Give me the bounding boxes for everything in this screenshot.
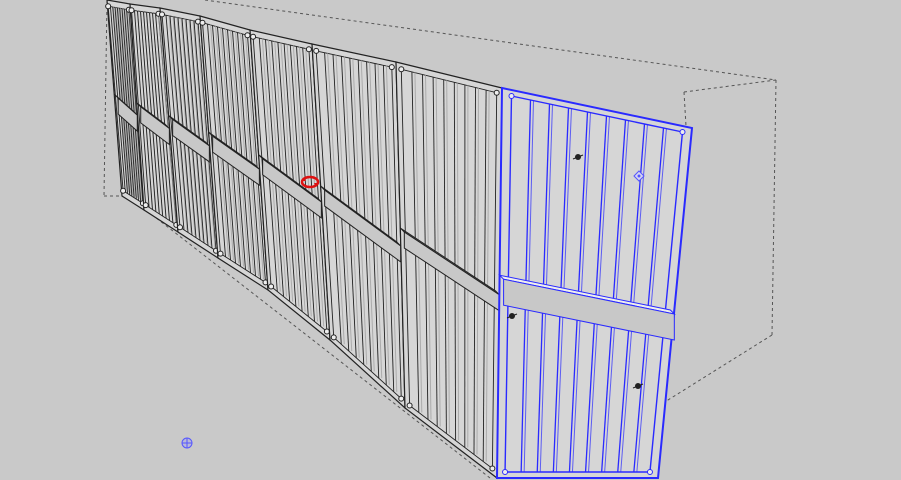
bounding-box-edge	[103, 0, 108, 197]
panel-bolt	[646, 469, 653, 475]
bounding-box-edge	[771, 79, 777, 336]
panel-bolt	[330, 334, 337, 341]
bounding-box-edge	[659, 334, 773, 406]
bounding-box-edge	[683, 79, 777, 93]
panel-bolt	[159, 11, 165, 18]
panel-bolt	[250, 33, 257, 40]
panel-bolt	[199, 19, 206, 26]
axis-origin-icon	[181, 437, 193, 449]
panel-bolt	[217, 250, 224, 257]
panel-bolt	[508, 93, 515, 99]
panel-bolt	[313, 47, 320, 54]
panel-bolt	[323, 328, 330, 335]
panel-bolt	[142, 202, 149, 209]
panel-bolt	[305, 46, 312, 53]
fence-panel	[311, 43, 406, 410]
panel-bolt	[406, 402, 413, 409]
panel-bolt	[177, 224, 183, 231]
panel-bolt	[493, 89, 500, 96]
panel-bolt	[244, 32, 251, 39]
panel-bolt	[398, 66, 405, 73]
panel-bolt	[398, 395, 405, 402]
fence-panel	[395, 61, 503, 480]
fence-panels	[105, 0, 503, 480]
panel-bolt	[489, 465, 496, 472]
model-canvas[interactable]	[0, 0, 901, 480]
panel-bolt	[120, 187, 127, 194]
selected-panel-group	[495, 86, 694, 479]
panel-bolt	[105, 3, 112, 10]
bounding-box-edge	[683, 91, 687, 127]
model-viewport[interactable]	[0, 0, 901, 480]
panel-bolt	[679, 129, 686, 135]
panel-bolt	[128, 7, 135, 14]
panel-bolt	[388, 64, 395, 71]
panel-bolt	[268, 283, 275, 290]
selected-fence-panel[interactable]	[495, 86, 694, 479]
panel-bolt	[502, 469, 509, 475]
